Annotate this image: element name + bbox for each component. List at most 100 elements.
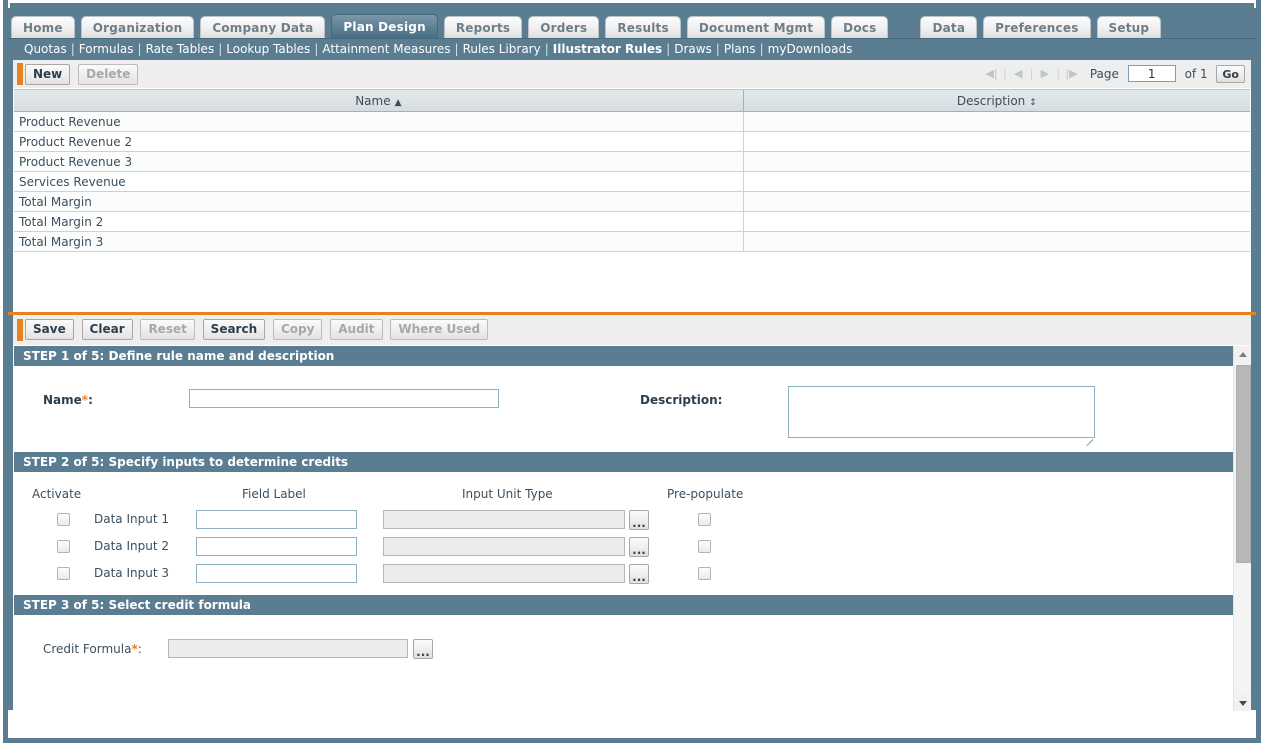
table-row[interactable]: Total Margin 3 bbox=[14, 231, 1250, 252]
cell-description[interactable] bbox=[743, 171, 1250, 192]
cell-name[interactable]: Total Margin 2 bbox=[14, 211, 744, 232]
credit-formula-label: Credit Formula*: bbox=[43, 642, 142, 656]
rules-grid: Name ▲ Description ↕ Product Revenue Produ… bbox=[14, 90, 1250, 252]
tab-data[interactable]: Data bbox=[920, 16, 978, 38]
name-input[interactable] bbox=[189, 389, 499, 408]
cell-description[interactable] bbox=[743, 231, 1250, 252]
form-toolbar: Save Clear Reset Search Copy Audit Where… bbox=[13, 315, 1251, 345]
activate-checkbox-1[interactable] bbox=[57, 513, 70, 526]
clear-button[interactable]: Clear bbox=[81, 319, 133, 340]
tab-orders[interactable]: Orders bbox=[528, 16, 600, 38]
cell-name[interactable]: Product Revenue 2 bbox=[14, 131, 744, 152]
cell-name[interactable]: Product Revenue 3 bbox=[14, 151, 744, 172]
prev-page-icon[interactable]: ◀ bbox=[1012, 60, 1025, 88]
prepopulate-checkbox-2[interactable] bbox=[698, 540, 711, 553]
subnav-item-illustrator-rules[interactable]: Illustrator Rules bbox=[553, 42, 662, 56]
credit-formula-field bbox=[168, 639, 408, 658]
subnav-item-quotas[interactable]: Quotas bbox=[24, 42, 67, 56]
window-frame-bottom bbox=[0, 738, 1264, 746]
go-button[interactable]: Go bbox=[1216, 65, 1245, 83]
tab-docs[interactable]: Docs bbox=[831, 16, 889, 38]
prepopulate-checkbox-1[interactable] bbox=[698, 513, 711, 526]
tab-reports[interactable]: Reports bbox=[443, 16, 523, 38]
field-label-input-3[interactable] bbox=[196, 564, 357, 583]
new-button[interactable]: New bbox=[25, 64, 71, 85]
next-page-icon[interactable]: ▶ bbox=[1038, 60, 1051, 88]
table-row[interactable]: Product Revenue 3 bbox=[14, 151, 1250, 172]
table-row[interactable]: Total Margin bbox=[14, 191, 1250, 212]
scroll-up-icon[interactable] bbox=[1234, 346, 1251, 363]
subnav-separator: | bbox=[70, 42, 75, 56]
scroll-down-icon[interactable] bbox=[1234, 694, 1251, 711]
credit-formula-picker-button[interactable]: ... bbox=[413, 639, 433, 659]
audit-button: Audit bbox=[330, 319, 383, 340]
form-vertical-scrollbar[interactable] bbox=[1233, 346, 1251, 711]
cell-description[interactable] bbox=[743, 191, 1250, 212]
application-window: Home Organization Company Data Plan Design R… bbox=[0, 0, 1264, 746]
activate-checkbox-3[interactable] bbox=[57, 567, 70, 580]
table-row[interactable]: Total Margin 2 bbox=[14, 211, 1250, 232]
cell-description[interactable] bbox=[743, 131, 1250, 152]
field-label-input-2[interactable] bbox=[196, 537, 357, 556]
cell-name[interactable]: Total Margin bbox=[14, 191, 744, 212]
subnav-item-mydownloads[interactable]: myDownloads bbox=[768, 42, 853, 56]
subnav-separator: | bbox=[759, 42, 764, 56]
save-button[interactable]: Save bbox=[25, 319, 74, 340]
pager-divider: | bbox=[1029, 67, 1034, 80]
input-unit-type-picker-button-2[interactable]: ... bbox=[629, 537, 649, 557]
cell-description[interactable] bbox=[743, 211, 1250, 232]
cell-name[interactable]: Services Revenue bbox=[14, 171, 744, 192]
table-row[interactable]: Product Revenue bbox=[14, 111, 1250, 132]
first-page-icon[interactable]: ◀| bbox=[985, 60, 998, 88]
sort-none-icon: ↕ bbox=[1029, 97, 1037, 108]
table-row[interactable]: Product Revenue 2 bbox=[14, 131, 1250, 152]
subnav-item-formulas[interactable]: Formulas bbox=[79, 42, 134, 56]
name-label: Name*: bbox=[43, 393, 93, 407]
tab-document-mgmt[interactable]: Document Mgmt bbox=[686, 16, 826, 38]
tab-home[interactable]: Home bbox=[11, 16, 75, 38]
column-header-description[interactable]: Description ↕ bbox=[743, 90, 1250, 112]
cell-name[interactable]: Total Margin 3 bbox=[14, 231, 744, 252]
toolbar-accent-bar bbox=[17, 63, 23, 85]
delete-button: Delete bbox=[78, 64, 139, 85]
tab-results[interactable]: Results bbox=[605, 16, 681, 38]
column-header-name[interactable]: Name ▲ bbox=[14, 90, 744, 112]
input-unit-type-field-3 bbox=[383, 564, 625, 583]
scrollbar-thumb[interactable] bbox=[1236, 365, 1251, 563]
tab-company-data[interactable]: Company Data bbox=[200, 16, 326, 38]
prepopulate-checkbox-3[interactable] bbox=[698, 567, 711, 580]
pager-divider: | bbox=[1056, 67, 1061, 80]
tab-organization[interactable]: Organization bbox=[80, 16, 195, 38]
subnav-item-rate-tables[interactable]: Rate Tables bbox=[146, 42, 215, 56]
tab-setup[interactable]: Setup bbox=[1096, 16, 1162, 38]
subnav-item-plans[interactable]: Plans bbox=[724, 42, 756, 56]
subnav-item-draws[interactable]: Draws bbox=[674, 42, 712, 56]
sort-ascending-icon: ▲ bbox=[394, 97, 402, 108]
cell-description[interactable] bbox=[743, 111, 1250, 132]
subnav-item-rules-library[interactable]: Rules Library bbox=[463, 42, 541, 56]
tab-plan-design[interactable]: Plan Design bbox=[331, 14, 438, 38]
page-number-input[interactable]: 1 bbox=[1127, 65, 1176, 82]
input-unit-type-picker-button-3[interactable]: ... bbox=[629, 564, 649, 584]
step3-header: STEP 3 of 5: Select credit formula bbox=[14, 595, 1233, 615]
subnav-separator: | bbox=[715, 42, 720, 56]
pagination-controls: ◀| | ◀ | ▶ | |▶ Page 1 of 1 Go bbox=[985, 60, 1245, 88]
field-label-input-1[interactable] bbox=[196, 510, 357, 529]
list-toolbar: New Delete ◀| | ◀ | ▶ | |▶ Page 1 of 1 G… bbox=[13, 60, 1251, 89]
input-unit-type-picker-button-1[interactable]: ... bbox=[629, 510, 649, 530]
subnav-item-lookup-tables[interactable]: Lookup Tables bbox=[226, 42, 310, 56]
table-row[interactable]: Services Revenue bbox=[14, 171, 1250, 192]
activate-checkbox-2[interactable] bbox=[57, 540, 70, 553]
subnav-item-attainment-measures[interactable]: Attainment Measures bbox=[322, 42, 450, 56]
cell-name[interactable]: Product Revenue bbox=[14, 111, 744, 132]
description-textarea[interactable] bbox=[788, 386, 1095, 438]
subnav-separator: | bbox=[218, 42, 223, 56]
cell-description[interactable] bbox=[743, 151, 1250, 172]
window-frame-top bbox=[0, 0, 1264, 8]
last-page-icon[interactable]: |▶ bbox=[1065, 60, 1078, 88]
page-total-label: of 1 bbox=[1184, 67, 1208, 81]
tab-preferences[interactable]: Preferences bbox=[983, 16, 1091, 38]
page-content: Home Organization Company Data Plan Design R… bbox=[8, 8, 1256, 738]
column-label-activate: Activate bbox=[32, 487, 82, 501]
search-button[interactable]: Search bbox=[202, 319, 266, 340]
